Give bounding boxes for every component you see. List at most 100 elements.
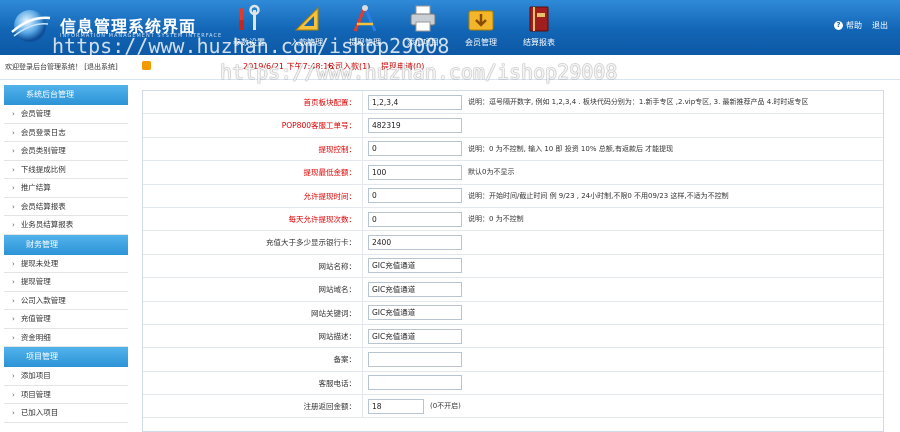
form-label: 网站描述：	[143, 324, 363, 348]
sidebar-menu-label: 推广结算	[20, 183, 51, 192]
form-value-cell: GIC充值通道	[363, 302, 462, 324]
form-value-cell: GIC充值通道	[363, 255, 462, 277]
form-value-cell: 2400	[363, 231, 462, 253]
sidebar-menu-item[interactable]: › 充值管理	[4, 310, 128, 329]
folder-download-icon	[468, 10, 494, 31]
help-link[interactable]: ? 帮助	[834, 20, 862, 31]
sidebar-menu-item[interactable]: › 会员管理	[4, 105, 128, 124]
sidebar-menu-item[interactable]: › 会员登录日志	[4, 124, 128, 142]
sidebar-menu-item[interactable]: › 项目管理	[4, 386, 128, 404]
form-label: 网站域名：	[143, 278, 363, 301]
sidebar-menu-item[interactable]: › 资金明细	[4, 329, 128, 347]
chat-icon[interactable]	[142, 61, 151, 70]
sidebar-menu-item[interactable]: › 提现管理	[4, 273, 128, 292]
nav-params-label: 参数设置	[233, 38, 265, 47]
sidebar-menu-item[interactable]: › 推广结算	[4, 179, 128, 198]
help-icon: ?	[834, 21, 843, 30]
chevron-right-icon: ›	[12, 128, 15, 137]
form-row: 注册返回金额： 18 (0不开启)	[143, 395, 883, 419]
form-row: 每天允许提现次数： 0 说明：0 为不控制	[143, 207, 883, 232]
form-label: 首页板块配置：	[143, 91, 363, 114]
nav-withdraw-label: 提现管理	[349, 38, 381, 47]
form-input[interactable]: 482319	[368, 118, 462, 134]
top-right-links: ? 帮助 退出	[834, 20, 888, 31]
system-subtitle: INFORMATION MANAGEMENT SYSTEM INTERFACE	[60, 33, 223, 39]
sidebar-menu-label: 添加项目	[20, 371, 51, 380]
sidebar-menu-item[interactable]: › 业务员结算报表	[4, 216, 128, 235]
sidebar-menu-item[interactable]: › 已加入项目	[4, 404, 128, 423]
form-input[interactable]: GIC充值通道	[368, 281, 462, 297]
company-deposit-count[interactable]: 公司入款(1)	[327, 61, 370, 72]
form-input[interactable]: 18	[368, 398, 424, 414]
form-row: 充值大于多少显示银行卡： 2400	[143, 231, 883, 255]
form-input[interactable]: 0	[368, 141, 462, 157]
form-input[interactable]: 1,2,3,4	[368, 94, 462, 110]
sidebar-menu-item[interactable]: › 会员结算报表	[4, 198, 128, 216]
sidebar-menu-item[interactable]: › 提现未处理	[4, 255, 128, 273]
sidebar-menu-label: 下线提成比例	[20, 164, 66, 174]
form-value-cell: GIC充值通道	[363, 278, 462, 300]
sidebar-menu-item[interactable]: › 添加项目	[4, 367, 128, 386]
form-row: 提现最低金额： 100 默认0为不显示	[143, 161, 883, 185]
chevron-right-icon: ›	[12, 184, 15, 192]
ruler-icon	[294, 6, 319, 31]
form-value-cell: 0 说明：0 为不控制	[363, 208, 524, 230]
withdraw-request-count[interactable]: 提现申请(0)	[381, 61, 424, 72]
sidebar-group-title[interactable]: 系统后台管理	[4, 85, 128, 105]
sidebar-menu-item[interactable]: › 公司入款管理	[4, 292, 128, 310]
form-label: 充值大于多少显示银行卡：	[143, 231, 363, 254]
chevron-right-icon: ›	[12, 315, 15, 323]
sidebar-menu-item[interactable]: › 下线提成比例	[4, 161, 128, 179]
printer-icon	[410, 5, 436, 32]
form-input[interactable]	[368, 375, 462, 391]
sidebar-menu-label: 提现未处理	[20, 258, 59, 268]
form-value-cell: 0 说明：开始时间/截止时间 例 9/23 , 24小时制,不限0 不用09/23…	[363, 185, 729, 207]
sidebar-group-title[interactable]: 财务管理	[4, 234, 128, 255]
sidebar-menu-label: 会员类别管理	[20, 146, 66, 155]
form-label: 每天允许提现次数：	[143, 207, 363, 231]
form-input[interactable]: 0	[368, 211, 462, 227]
chevron-right-icon: ›	[12, 372, 15, 380]
form-row: 网站域名： GIC充值通道	[143, 278, 883, 302]
sidebar-menu-item[interactable]: › 会员类别管理	[4, 142, 128, 161]
chevron-right-icon: ›	[12, 165, 15, 174]
form-input[interactable]: 100	[368, 164, 462, 180]
nav-params[interactable]: 参数设置	[220, 2, 278, 52]
nav-report[interactable]: 结算报表	[510, 2, 568, 52]
nav-members-label: 会员管理	[465, 38, 497, 47]
nav-members[interactable]: 会员管理	[452, 2, 510, 52]
chevron-right-icon: ›	[12, 259, 15, 268]
nav-add-project-label: 添加项目	[407, 38, 439, 47]
nav-withdraw[interactable]: 提现管理	[336, 2, 394, 52]
nav-report-label: 结算报表	[523, 38, 555, 47]
form-input[interactable]: 0	[368, 188, 462, 204]
sidebar-group-title[interactable]: 项目管理	[4, 347, 128, 367]
tools-icon	[239, 4, 260, 30]
nav-add-project[interactable]: 添加项目	[394, 2, 452, 52]
logout-link[interactable]: 退出	[872, 20, 888, 31]
form-input[interactable]	[368, 351, 462, 367]
form-note: 说明：逗号隔开数字, 例如 1,2,3,4 . 板块代码分别为：1.新手专区 ,…	[468, 98, 809, 107]
nav-deposit[interactable]: 入款管理	[278, 2, 336, 52]
sidebar-menu-label: 资金明细	[20, 332, 51, 342]
sidebar-menu-label: 充值管理	[20, 314, 51, 323]
sidebar: 系统后台管理 › 会员管理 › 会员登录日志 › 会员类别管理 › 下线提成比例 › 推广结算 › 会员…	[4, 85, 128, 432]
form-value-cell: 482319	[363, 114, 462, 136]
form-label: 注册返回金额：	[143, 395, 363, 418]
form-input[interactable]: 2400	[368, 235, 462, 251]
form-value-cell: 100 默认0为不显示	[363, 161, 514, 183]
chevron-right-icon: ›	[12, 333, 15, 342]
chevron-right-icon: ›	[12, 110, 15, 118]
form-input[interactable]: GIC充值通道	[368, 258, 462, 274]
form-input[interactable]: GIC充值通道	[368, 305, 462, 321]
form-row: POP800客服工单号： 482319	[143, 114, 883, 138]
form-label: 提现控制：	[143, 137, 363, 161]
chevron-right-icon: ›	[12, 296, 15, 305]
form-input[interactable]: GIC充值通道	[368, 328, 462, 344]
form-row: 网站关键词： GIC充值通道	[143, 301, 883, 325]
form-note: 默认0为不显示	[468, 168, 515, 177]
compass-icon	[353, 5, 377, 32]
top-nav: 参数设置 入款管理 提现管理 添加项目 会员管理 结算报表	[220, 2, 568, 52]
welcome-text[interactable]: 欢迎登录后台管理系统！ [退出系统]	[5, 62, 118, 72]
status-bar: 欢迎登录后台管理系统！ [退出系统] 2019/6/21 下午7:48:16 公…	[0, 55, 900, 80]
